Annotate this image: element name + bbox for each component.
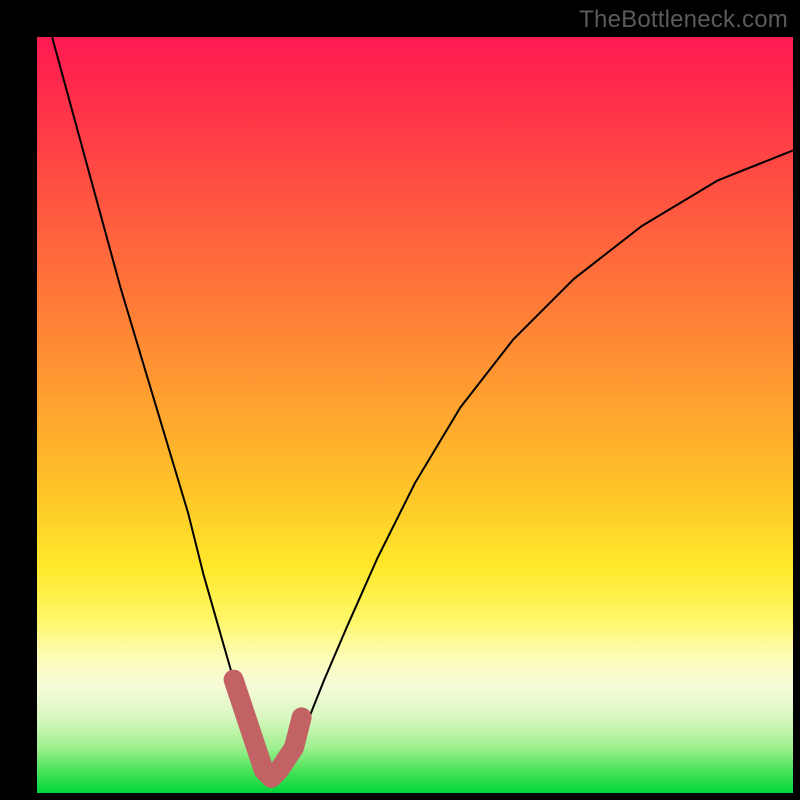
valley-highlight bbox=[234, 680, 302, 778]
plot-area bbox=[37, 37, 793, 793]
bottleneck-curve bbox=[52, 37, 793, 778]
plot-svg bbox=[37, 37, 793, 793]
watermark-text: TheBottleneck.com bbox=[579, 6, 788, 34]
chart-frame: TheBottleneck.com bbox=[0, 0, 800, 800]
